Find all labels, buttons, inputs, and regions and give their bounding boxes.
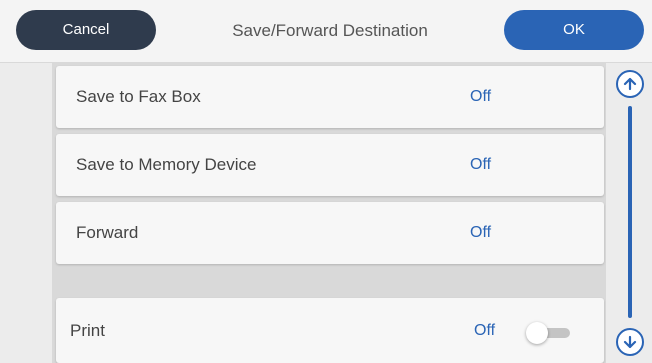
- setting-value: Off: [470, 88, 492, 105]
- scrollbar[interactable]: [628, 106, 632, 318]
- setting-label: Print: [70, 320, 105, 340]
- setting-label: Forward: [76, 223, 139, 242]
- setting-value: Off: [470, 156, 492, 173]
- header-bar: Cancel Save/Forward Destination OK: [0, 0, 652, 63]
- setting-value: Off: [470, 224, 492, 241]
- setting-row-save-to-memory-device[interactable]: Save to Memory Device Off: [56, 134, 604, 196]
- setting-label: Save to Fax Box: [76, 87, 201, 106]
- scroll-down-button[interactable]: [616, 328, 644, 356]
- scroll-up-button[interactable]: [616, 70, 644, 98]
- setting-value: Off: [474, 321, 496, 339]
- settings-list: Save to Fax Box Off Save to Memory Devic…: [52, 62, 606, 363]
- setting-row-print[interactable]: Print Off: [56, 298, 604, 363]
- setting-row-forward[interactable]: Forward Off: [56, 202, 604, 264]
- print-toggle[interactable]: [526, 322, 574, 344]
- ok-button[interactable]: OK: [504, 10, 644, 50]
- cancel-button[interactable]: Cancel: [16, 10, 156, 50]
- setting-row-save-to-fax-box[interactable]: Save to Fax Box Off: [56, 66, 604, 128]
- setting-label: Save to Memory Device: [76, 155, 257, 174]
- page-title: Save/Forward Destination: [232, 21, 428, 40]
- toggle-knob: [526, 322, 548, 344]
